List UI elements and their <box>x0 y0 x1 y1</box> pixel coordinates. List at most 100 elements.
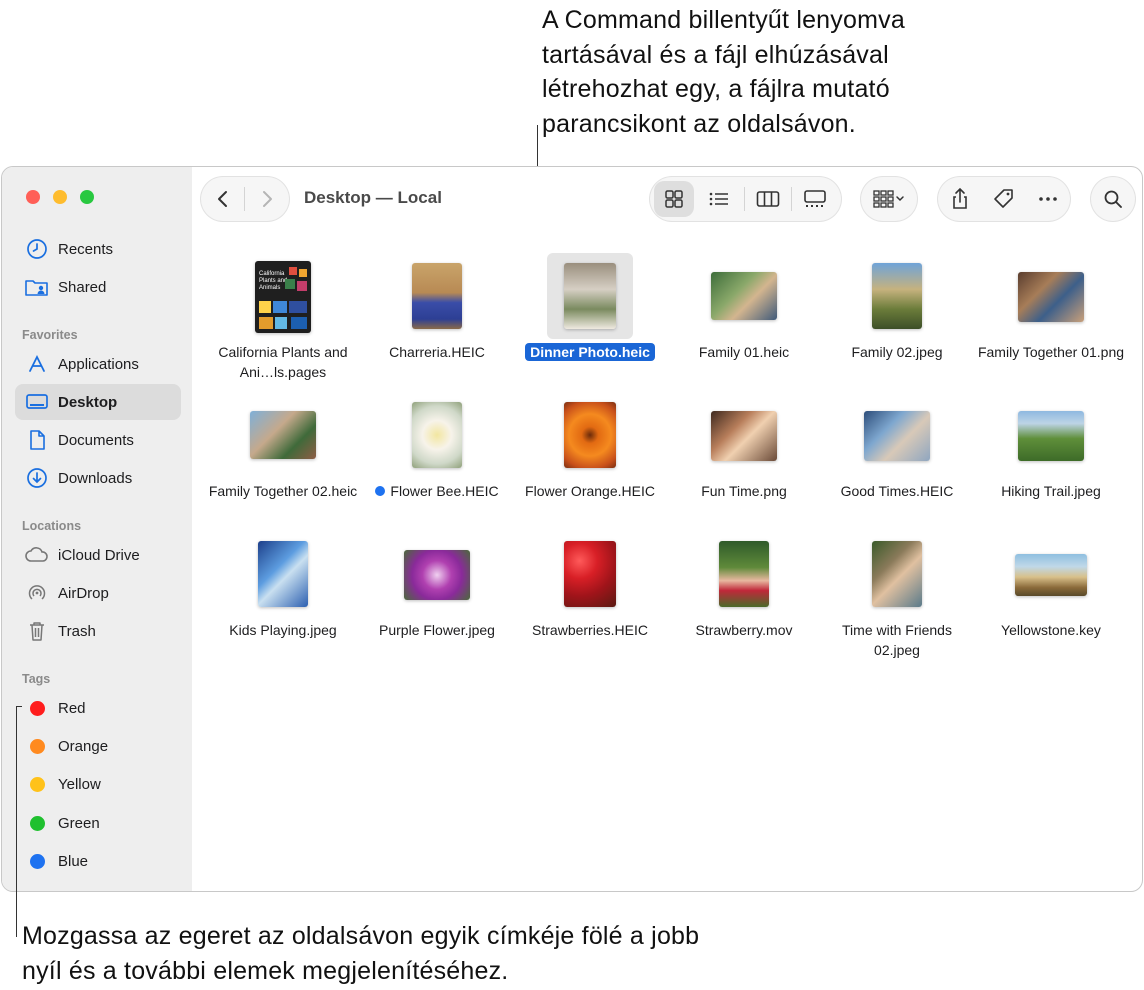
file-name: Dinner Photo.heic <box>515 343 665 363</box>
sidebar-item-downloads[interactable]: Downloads <box>15 460 181 496</box>
file-name: Fun Time.png <box>701 483 787 499</box>
sidebar-item-trash[interactable]: Trash <box>15 613 181 649</box>
sidebar-item-label: Green <box>58 814 100 832</box>
svg-text:Animals: Animals <box>259 285 280 291</box>
sidebar-item-label: Desktop <box>58 393 118 411</box>
sidebar-item-label: Downloads <box>58 469 133 487</box>
sidebar-item-desktop[interactable]: Desktop <box>15 384 181 420</box>
forward-button[interactable] <box>245 181 288 217</box>
sidebar-item-label: Blue <box>58 852 89 870</box>
file-item[interactable]: Family Together 02.heic <box>208 392 358 522</box>
file-name: California Plants and Ani…ls.pages <box>218 344 348 380</box>
red-tag-icon <box>29 700 45 716</box>
file-item[interactable]: Hiking Trail.jpeg <box>976 392 1126 522</box>
sidebar-section-favorites: Favorites <box>22 328 78 342</box>
gallery-view-button[interactable] <box>792 181 838 217</box>
file-item[interactable]: Strawberries.HEIC <box>515 531 665 661</box>
sidebar-tag-green[interactable]: Green <box>15 805 181 841</box>
sidebar-tag-yellow[interactable]: Yellow <box>15 766 181 802</box>
photo-thumbnail <box>864 411 930 461</box>
file-item[interactable]: Strawberry.mov <box>669 531 819 661</box>
sidebar-tag-orange[interactable]: Orange <box>15 728 181 764</box>
file-item[interactable]: Purple Flower.jpeg <box>362 531 512 661</box>
sidebar-section-tags: Tags <box>22 672 51 686</box>
file-item[interactable]: Kids Playing.jpeg <box>208 531 358 661</box>
file-name: Yellowstone.key <box>1001 622 1101 638</box>
callout-bottom-text: Mozgassa az egeret az oldalsávon egyik c… <box>22 922 700 985</box>
airdrop-icon <box>23 575 51 611</box>
grid-icon <box>665 190 683 208</box>
clock-icon <box>23 231 51 267</box>
zoom-window-button[interactable] <box>80 190 94 204</box>
svg-text:California: California <box>259 271 285 277</box>
file-item[interactable]: Time with Friends 02.jpeg <box>822 531 972 661</box>
file-name: Hiking Trail.jpeg <box>1001 483 1101 499</box>
sidebar-item-label: Orange <box>58 737 109 755</box>
search-icon <box>1104 190 1122 208</box>
back-button[interactable] <box>201 181 244 217</box>
file-name: Purple Flower.jpeg <box>379 622 495 638</box>
file-name: Family 01.heic <box>698 344 790 360</box>
file-item-selected[interactable]: Dinner Photo.heic <box>515 253 665 383</box>
sidebar-item-documents[interactable]: Documents <box>15 422 181 458</box>
file-item[interactable]: Family 02.jpeg <box>822 253 972 383</box>
sidebar-item-airdrop[interactable]: AirDrop <box>15 575 181 611</box>
tag-button[interactable] <box>982 181 1026 217</box>
file-item[interactable]: Good Times.HEIC <box>822 392 972 522</box>
file-name-text: Flower Bee.HEIC <box>390 483 499 499</box>
sidebar-item-recents[interactable]: Recents <box>15 231 181 267</box>
file-name: Kids Playing.jpeg <box>229 622 337 638</box>
file-name: Flower Orange.HEIC <box>525 483 655 499</box>
sidebar-item-shared[interactable]: Shared <box>15 269 181 305</box>
file-item[interactable]: California Plants and Animals California P… <box>208 253 358 383</box>
group-grid-icon <box>873 190 904 208</box>
gallery-icon <box>804 190 826 207</box>
window-title: Desktop — Local <box>304 188 442 207</box>
photo-thumbnail <box>250 411 316 459</box>
file-item[interactable]: Flower Bee.HEIC <box>362 392 512 522</box>
icon-view-button[interactable] <box>654 181 694 217</box>
file-name: Strawberry.mov <box>695 622 793 638</box>
blue-tag-icon <box>29 853 45 869</box>
chevron-right-icon <box>262 191 272 207</box>
sidebar-item-label: AirDrop <box>58 584 109 602</box>
trash-icon <box>23 613 51 649</box>
sidebar-item-icloud-drive[interactable]: iCloud Drive <box>15 537 181 573</box>
photo-thumbnail <box>412 263 462 329</box>
close-window-button[interactable] <box>26 190 40 204</box>
columns-icon <box>756 191 780 207</box>
svg-text:Plants and: Plants and <box>259 278 287 284</box>
file-item[interactable]: Yellowstone.key <box>976 531 1126 661</box>
search-button[interactable] <box>1091 181 1135 217</box>
minimize-window-button[interactable] <box>53 190 67 204</box>
sidebar-item-applications[interactable]: Applications <box>15 346 181 382</box>
document-icon <box>23 422 51 458</box>
more-actions-button[interactable] <box>1026 181 1070 217</box>
callout-top-text: A Command billentyűt lenyomva tartásával… <box>542 6 905 138</box>
group-by-menu[interactable] <box>861 177 917 221</box>
file-name: Time with Friends 02.jpeg <box>842 622 952 658</box>
file-item[interactable]: Fun Time.png <box>669 392 819 522</box>
sidebar-item-label: Trash <box>58 622 96 640</box>
file-item[interactable]: Family Together 01.png <box>976 253 1126 383</box>
photo-thumbnail <box>1018 411 1084 461</box>
callout-bottom-line-tick <box>16 706 22 707</box>
file-item[interactable]: Charreria.HEIC <box>362 253 512 383</box>
tag-icon <box>994 189 1013 208</box>
photo-thumbnail <box>711 272 777 320</box>
photo-thumbnail <box>711 411 777 461</box>
callout-bottom-line-vertical <box>16 706 17 937</box>
search-group <box>1091 177 1135 221</box>
sidebar-section-locations: Locations <box>22 519 82 533</box>
file-item[interactable]: Flower Orange.HEIC <box>515 392 665 522</box>
sidebar: Recents Shared Favorites Applications De… <box>2 167 192 891</box>
list-view-button[interactable] <box>694 181 744 217</box>
sidebar-tag-red[interactable]: Red <box>15 690 181 726</box>
group-button[interactable] <box>861 181 917 217</box>
sidebar-tag-blue[interactable]: Blue <box>15 843 181 879</box>
green-tag-icon <box>29 815 45 831</box>
video-thumbnail <box>719 541 769 607</box>
file-item[interactable]: Family 01.heic <box>669 253 819 383</box>
share-button[interactable] <box>938 181 982 217</box>
column-view-button[interactable] <box>745 181 791 217</box>
